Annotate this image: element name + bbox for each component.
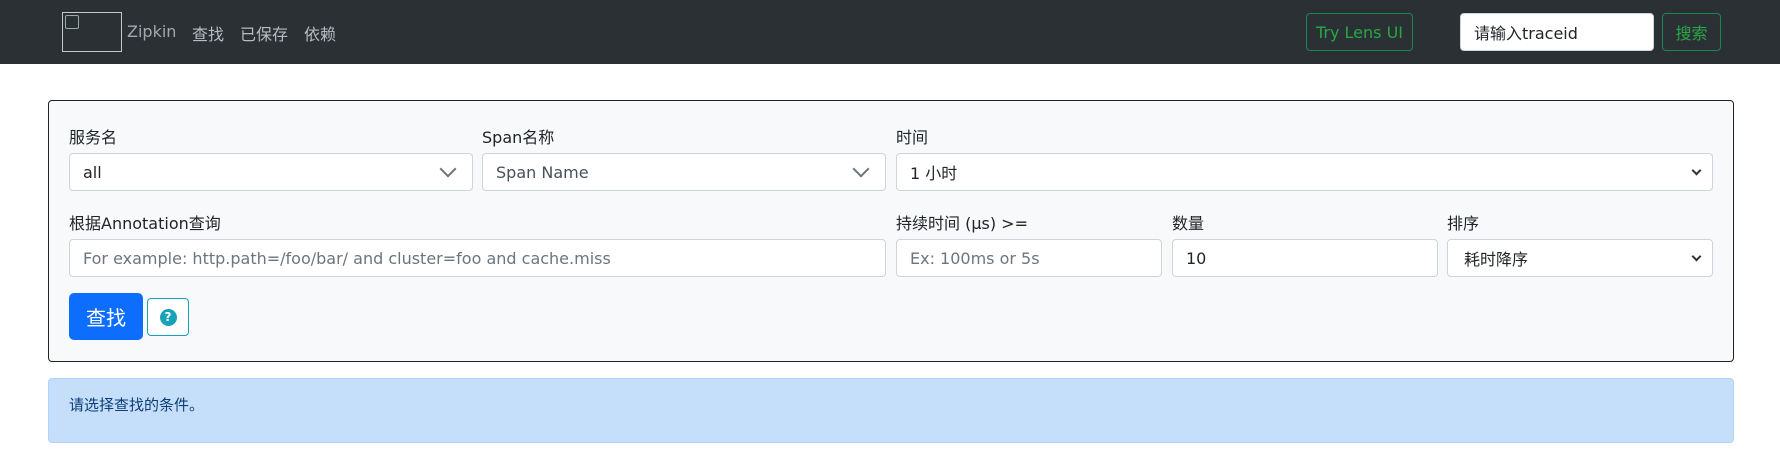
nav-link-saved[interactable]: 已保存 bbox=[240, 21, 288, 45]
duration-label: 持续时间 (μs) >= bbox=[896, 214, 1028, 233]
help-button[interactable]: ? bbox=[147, 298, 189, 336]
service-name-select[interactable]: all bbox=[69, 153, 473, 191]
nav-link-dependencies[interactable]: 依赖 bbox=[304, 21, 336, 45]
find-button[interactable]: 查找 bbox=[69, 293, 143, 340]
traceid-input[interactable]: 请输入traceid bbox=[1460, 13, 1654, 51]
sort-label: 排序 bbox=[1447, 214, 1480, 233]
try-lens-ui-button[interactable]: Try Lens UI bbox=[1306, 13, 1413, 51]
top-navbar: Zipkin 查找 已保存 依赖 Try Lens UI 请输入traceid … bbox=[0, 0, 1780, 64]
sort-select[interactable]: 耗时降序 bbox=[1447, 239, 1713, 277]
chevron-down-icon bbox=[1691, 251, 1702, 262]
chevron-down-icon bbox=[439, 160, 457, 178]
search-form-panel bbox=[48, 100, 1734, 362]
info-alert: 请选择查找的条件。 bbox=[48, 378, 1734, 443]
limit-label: 数量 bbox=[1172, 214, 1205, 233]
chevron-down-icon bbox=[1691, 165, 1702, 176]
zipkin-logo-image[interactable] bbox=[62, 12, 122, 52]
span-name-label: Span名称 bbox=[482, 128, 555, 147]
brand-name[interactable]: Zipkin bbox=[127, 22, 176, 41]
duration-input[interactable]: Ex: 100ms or 5s bbox=[896, 239, 1162, 277]
span-name-value: Span Name bbox=[496, 162, 589, 182]
chevron-down-icon bbox=[852, 160, 870, 178]
service-name-label: 服务名 bbox=[69, 128, 118, 147]
traceid-search-button[interactable]: 搜索 bbox=[1662, 13, 1721, 51]
nav-link-find[interactable]: 查找 bbox=[192, 21, 224, 45]
question-circle-icon: ? bbox=[159, 308, 177, 326]
time-range-select[interactable]: 1 小时 bbox=[896, 153, 1713, 191]
alert-message: 请选择查找的条件。 bbox=[69, 396, 205, 414]
service-name-value: all bbox=[83, 162, 102, 182]
annotation-query-label: 根据Annotation查询 bbox=[69, 214, 221, 233]
limit-input[interactable]: 10 bbox=[1172, 239, 1438, 277]
sort-value: 耗时降序 bbox=[1464, 250, 1529, 269]
span-name-select[interactable]: Span Name bbox=[482, 153, 886, 191]
time-range-value: 1 小时 bbox=[910, 164, 958, 183]
time-label: 时间 bbox=[896, 128, 929, 147]
annotation-query-input[interactable]: For example: http.path=/foo/bar/ and clu… bbox=[69, 239, 886, 277]
